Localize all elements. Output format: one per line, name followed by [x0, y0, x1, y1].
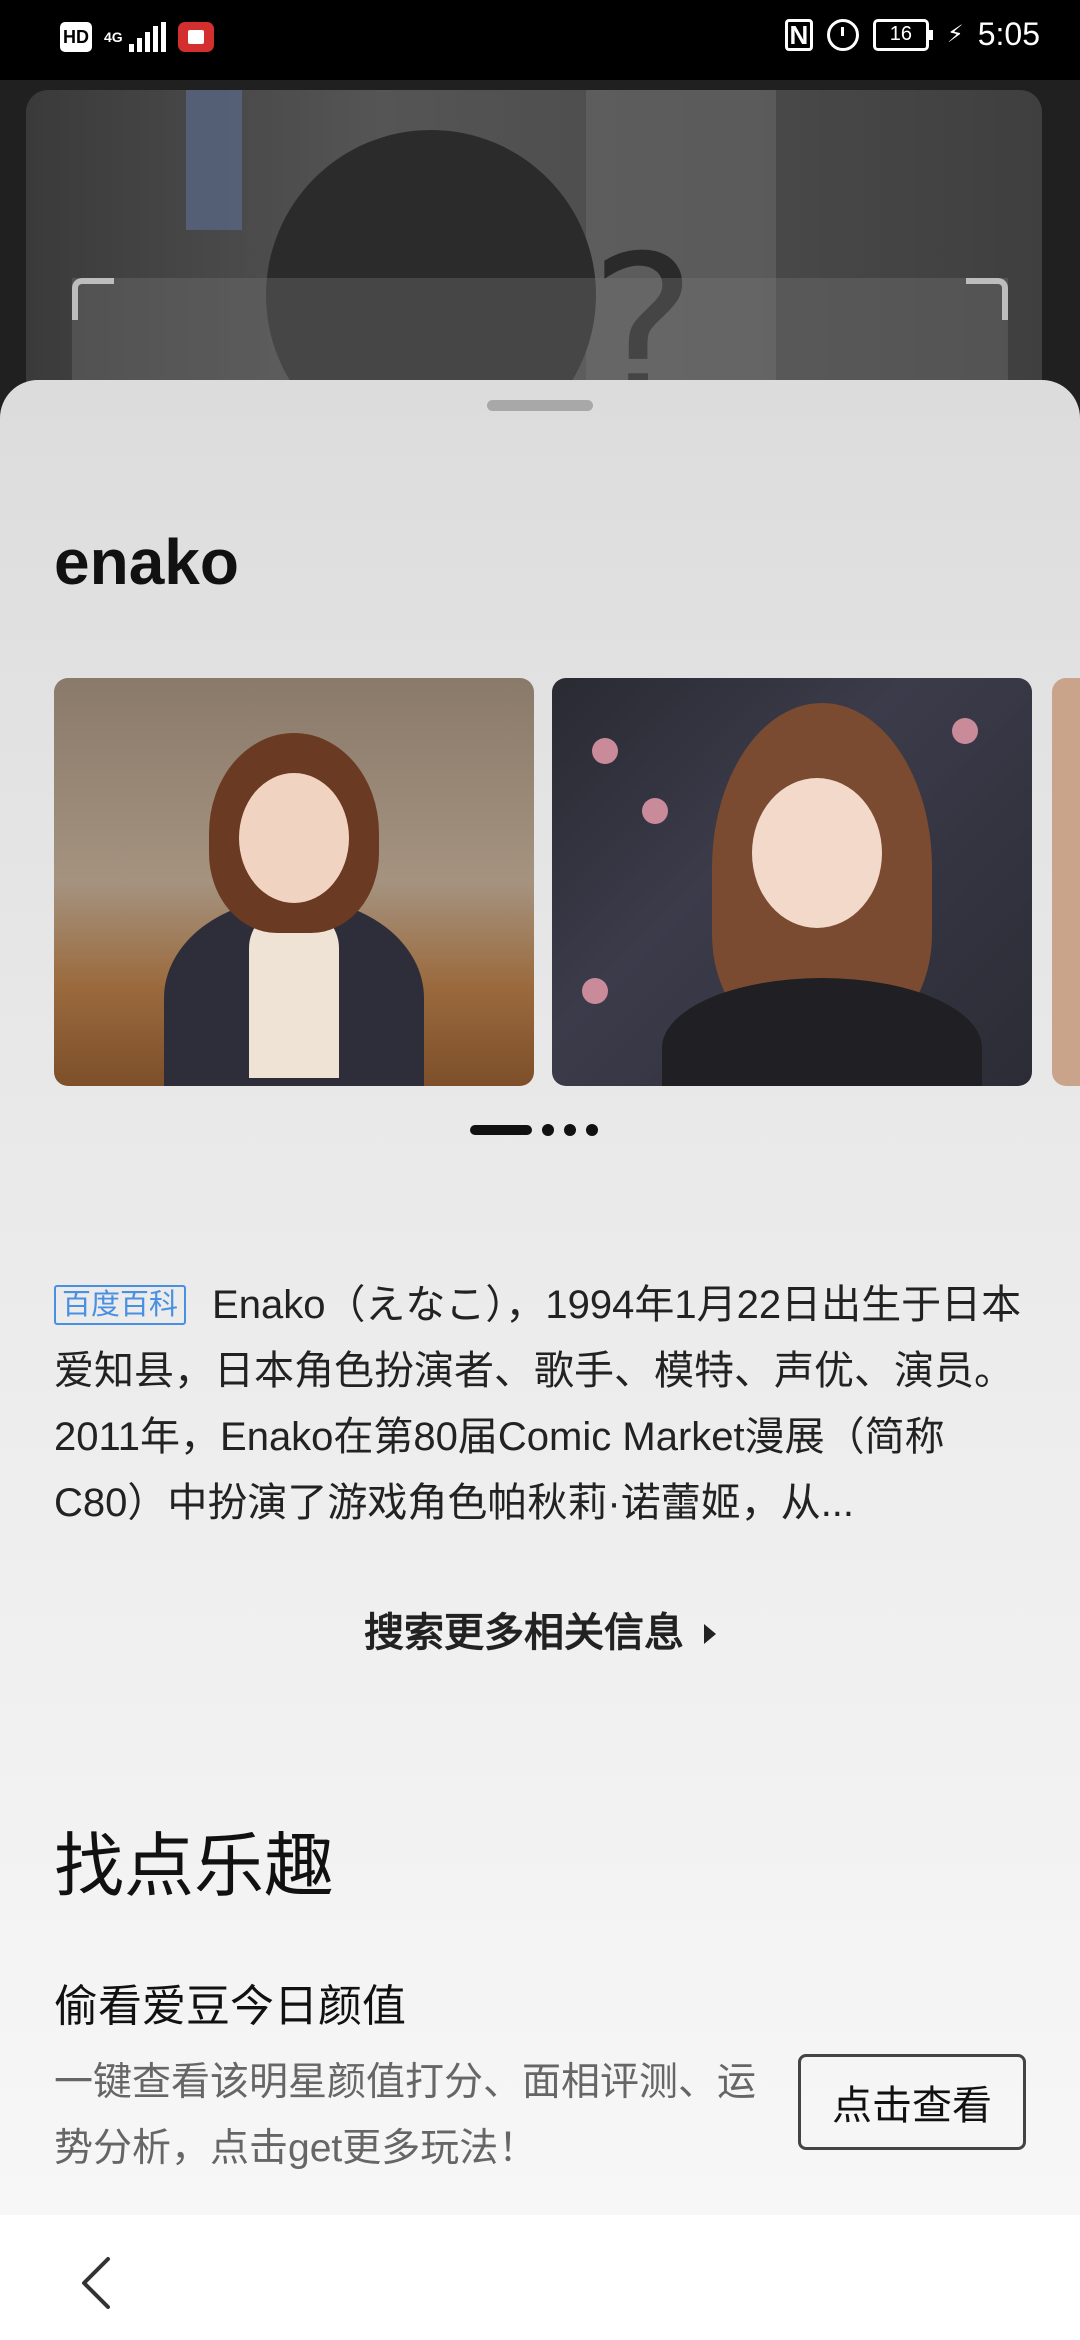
carousel-image-3[interactable] — [1052, 678, 1080, 1086]
summary-text: Enako（えなこ），1994年1月22日出生于日本爱知县，日本角色扮演者、歌手… — [54, 1283, 1022, 1525]
back-icon[interactable] — [70, 2253, 130, 2313]
network-type-label: 4G — [104, 29, 123, 45]
search-more-label: 搜索更多相关信息 — [364, 1611, 684, 1655]
signal-icon — [128, 22, 166, 52]
drag-handle[interactable] — [487, 400, 593, 411]
indicator-dot — [542, 1124, 554, 1136]
status-left: HD 4G — [60, 22, 214, 52]
alarm-icon — [826, 18, 859, 51]
charging-icon: ⚡ — [946, 21, 964, 48]
hd-icon: HD — [60, 22, 92, 52]
carousel-image-1[interactable] — [54, 678, 534, 1086]
indicator-dot — [586, 1124, 598, 1136]
status-bar: HD 4G N 16 ⚡ 5:05 — [0, 0, 1080, 80]
view-button[interactable]: 点击查看 — [798, 2054, 1026, 2150]
battery-icon: 16 — [872, 18, 933, 51]
indicator-active — [470, 1125, 532, 1135]
navigation-bar — [0, 2215, 1080, 2340]
carousel-indicator — [470, 1124, 598, 1136]
result-sheet: enako 百度百科 Enako（えなこ），1994年1月22日出生于日本爱知县，… — [0, 380, 1080, 2215]
fun-card-description: 一键查看该明星颜值打分、面相评测、运势分析，点击get更多玩法！ — [54, 2061, 757, 2170]
nfc-icon: N — [784, 18, 813, 51]
carousel-image-2[interactable] — [552, 678, 1032, 1086]
indicator-dot — [564, 1124, 576, 1136]
fun-card-title: 偷看爱豆今日颜值 — [54, 1982, 406, 2031]
battery-level: 16 — [872, 18, 929, 51]
search-more-link[interactable]: 搜索更多相关信息 — [0, 1600, 1080, 1658]
entity-name: enako — [54, 526, 239, 598]
status-right: N 16 ⚡ 5:05 — [784, 16, 1040, 53]
entity-summary[interactable]: 百度百科 Enako（えなこ），1994年1月22日出生于日本爱知县，日本角色扮演… — [54, 1272, 1024, 1536]
screen-record-icon — [177, 22, 214, 52]
right-arrow-icon — [704, 1624, 716, 1644]
source-tag: 百度百科 — [54, 1285, 187, 1325]
clock: 5:05 — [977, 16, 1040, 52]
section-title: 找点乐趣 — [54, 1827, 334, 1905]
